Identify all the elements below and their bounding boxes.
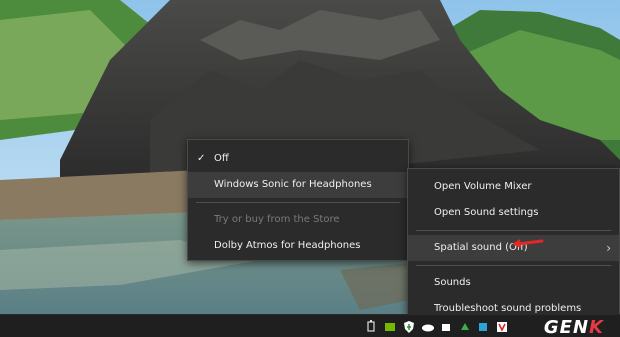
menu-item-label: Sounds <box>434 277 471 288</box>
onedrive-icon[interactable] <box>421 319 434 333</box>
defender-icon[interactable] <box>403 319 415 333</box>
submenu-item-label: Windows Sonic for Headphones <box>214 179 372 190</box>
submenu-item-windows-sonic[interactable]: Windows Sonic for Headphones <box>188 172 408 198</box>
logo-text-accent: K <box>589 317 604 337</box>
submenu-item-dolby-atmos[interactable]: Dolby Atmos for Headphones <box>188 233 408 259</box>
green-app-icon[interactable] <box>459 319 471 333</box>
submenu-item-label: Off <box>214 153 229 164</box>
antivirus-icon[interactable] <box>496 319 508 333</box>
menu-item-sounds[interactable]: Sounds <box>408 270 619 296</box>
submenu-item-off[interactable]: ✓ Off <box>188 146 408 172</box>
menu-separator <box>196 202 400 203</box>
wifi-icon[interactable] <box>440 319 452 333</box>
submenu-item-label: Dolby Atmos for Headphones <box>214 240 361 251</box>
menu-separator <box>416 265 611 266</box>
spatial-sound-submenu: ✓ Off Windows Sonic for Headphones Try o… <box>187 139 409 261</box>
menu-item-label: Open Volume Mixer <box>434 181 532 192</box>
menu-item-label: Troubleshoot sound problems <box>434 303 582 314</box>
checkmark-icon: ✓ <box>197 153 206 164</box>
nvidia-icon[interactable] <box>384 319 396 333</box>
red-arrow-icon <box>512 239 544 248</box>
submenu-item-label: Try or buy from the Store <box>214 214 340 225</box>
menu-item-label: Open Sound settings <box>434 207 539 218</box>
menu-item-open-volume-mixer[interactable]: Open Volume Mixer <box>408 174 619 200</box>
taskbar: GENK <box>0 314 620 337</box>
usb-icon[interactable] <box>365 319 377 333</box>
logo-text-main: GEN <box>543 317 590 337</box>
chevron-right-icon: › <box>606 241 611 255</box>
submenu-item-store: Try or buy from the Store <box>188 207 408 233</box>
network-app-icon[interactable] <box>477 319 489 333</box>
desktop-wallpaper: ✓ Off Windows Sonic for Headphones Try o… <box>0 0 620 337</box>
menu-separator <box>416 230 611 231</box>
menu-item-open-sound-settings[interactable]: Open Sound settings <box>408 200 619 226</box>
genk-watermark-logo: GENK <box>544 317 604 337</box>
